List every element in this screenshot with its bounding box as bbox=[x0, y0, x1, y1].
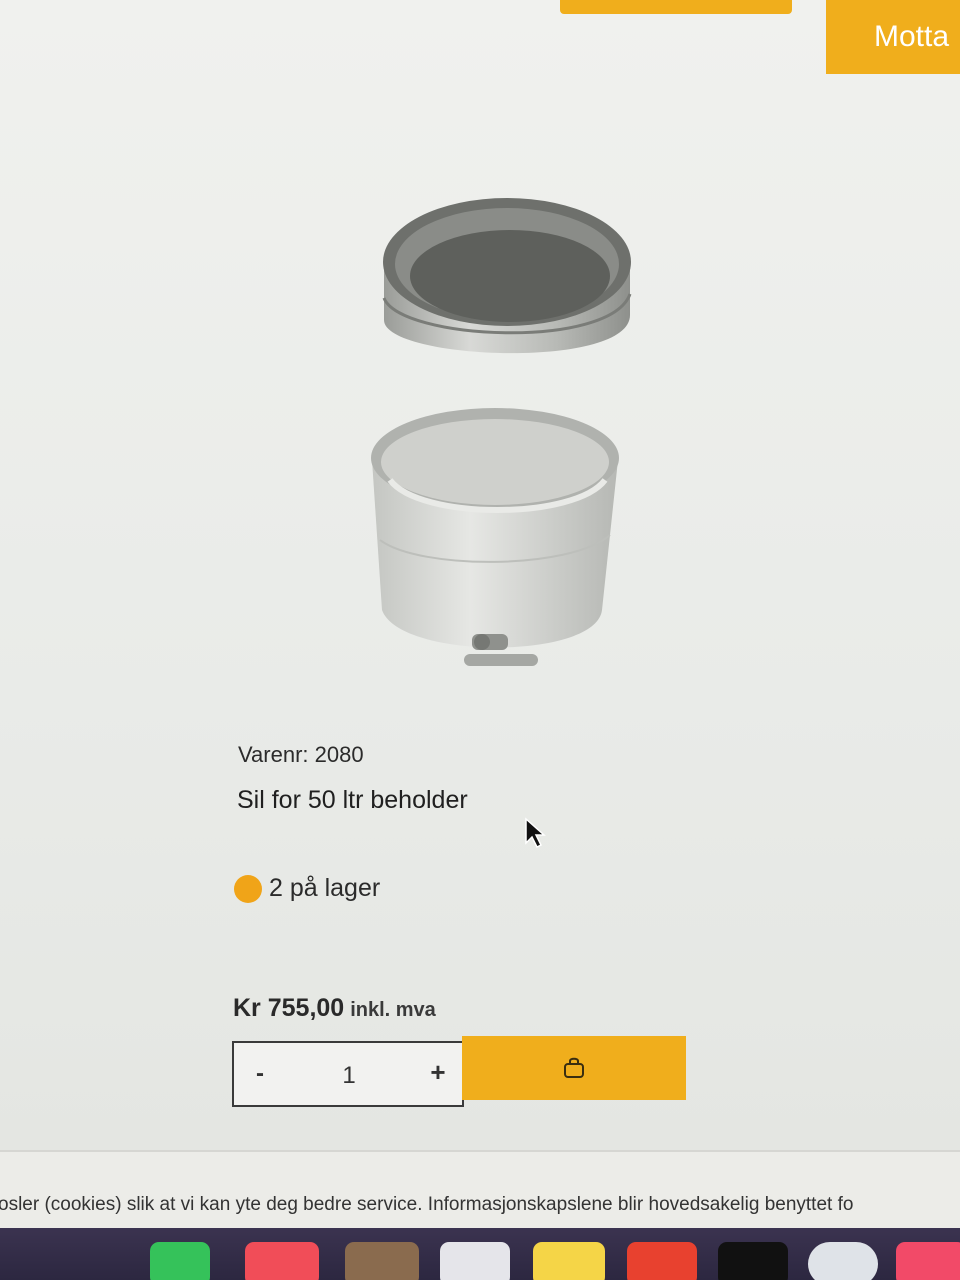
dock-app-apple-tv[interactable] bbox=[718, 1242, 788, 1280]
dock-app-notes[interactable] bbox=[533, 1242, 605, 1280]
stock-indicator-dot bbox=[234, 874, 262, 903]
dock-app-calendar[interactable] bbox=[245, 1242, 319, 1280]
dock-app-itunes[interactable] bbox=[896, 1242, 960, 1280]
product-sku: Varenr: 2080 bbox=[238, 742, 364, 767]
quantity-increase-button[interactable]: + bbox=[426, 1057, 450, 1087]
dock-app-red[interactable] bbox=[627, 1242, 697, 1280]
dock-app-chrome[interactable] bbox=[808, 1242, 878, 1280]
header-yellow-button[interactable] bbox=[560, 0, 792, 14]
accept-cookies-label: Motta bbox=[874, 20, 950, 53]
quantity-stepper: - 1 + bbox=[232, 1041, 464, 1107]
mouse-cursor-icon bbox=[525, 817, 546, 849]
quantity-input[interactable]: 1 bbox=[334, 1061, 364, 1091]
add-to-cart-button[interactable] bbox=[462, 1036, 686, 1100]
product-image bbox=[371, 198, 632, 666]
price-vat-suffix: inkl. mva bbox=[350, 999, 436, 1021]
shopping-bag-icon bbox=[564, 1057, 584, 1078]
product-page: Motta Varenr: 2080 Sil for 50 ltr behold… bbox=[0, 0, 960, 1160]
stock-text: 2 på lager bbox=[269, 874, 381, 902]
macos-dock bbox=[0, 1228, 960, 1280]
cookie-notice-bar: osler (cookies) slik at vi kan yte deg b… bbox=[0, 1150, 960, 1230]
dock-app-finder[interactable] bbox=[345, 1242, 419, 1280]
cookie-notice-text: osler (cookies) slik at vi kan yte deg b… bbox=[0, 1194, 854, 1215]
quantity-decrease-button[interactable]: - bbox=[250, 1061, 270, 1087]
price-amount: Kr 755,00 bbox=[233, 994, 345, 1022]
product-price: Kr 755,00 inkl. mva bbox=[233, 994, 436, 1023]
dock-app-messages[interactable] bbox=[150, 1242, 210, 1280]
stock-status: 2 på lager bbox=[234, 874, 380, 903]
accept-cookies-button[interactable]: Motta bbox=[826, 0, 960, 74]
product-title[interactable]: Sil for 50 ltr beholder bbox=[237, 786, 468, 815]
dock-app-music[interactable] bbox=[440, 1242, 510, 1280]
